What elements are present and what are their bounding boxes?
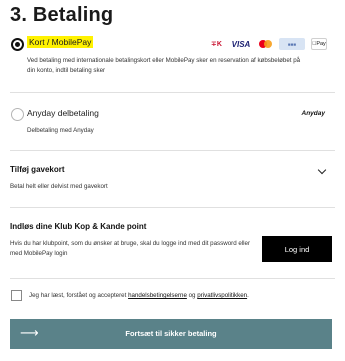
- giftcard-title[interactable]: Tilføj gavekort: [10, 165, 65, 174]
- visa-icon: VISA: [231, 39, 251, 49]
- chevron-down-icon[interactable]: [317, 165, 327, 175]
- terms-link-conditions[interactable]: handelsbetingelserne: [128, 292, 187, 299]
- terms-suffix: .: [247, 292, 249, 299]
- card-option-label[interactable]: Kort / MobilePay: [27, 36, 94, 48]
- mobilepay-icon: ■■■: [279, 38, 305, 50]
- continue-button-label: Fortsæt til sikker betaling: [125, 329, 217, 338]
- radio-anyday[interactable]: [11, 108, 24, 121]
- divider: [10, 207, 335, 208]
- klub-title: Indløs dine Klub Kop & Kande point: [10, 222, 147, 231]
- card-logos: ∓K VISA ■■■ Pay: [209, 38, 327, 50]
- terms-link-privacy[interactable]: privatlivspolitikken: [197, 292, 247, 299]
- anyday-option-label[interactable]: Anyday delbetaling: [27, 108, 99, 118]
- terms-checkbox[interactable]: [11, 290, 22, 301]
- divider: [10, 278, 335, 279]
- terms-text: Jeg har læst, forstået og accepteret han…: [29, 292, 249, 299]
- klub-description: Hvis du har klubpoint, som du ønsker at …: [10, 240, 251, 257]
- anyday-logo: Anyday: [301, 110, 325, 117]
- continue-to-payment-button[interactable]: ⟶ Fortsæt til sikker betaling: [10, 319, 332, 349]
- radio-card-mobilepay[interactable]: [11, 38, 24, 51]
- divider: [10, 150, 335, 151]
- divider: [10, 92, 335, 93]
- page-title: 3. Betaling: [10, 4, 114, 26]
- giftcard-description: Betal helt eller delvist med gavekort: [10, 183, 108, 190]
- anyday-option-description: Delbetaling med Anyday: [27, 127, 94, 134]
- mastercard-icon: [258, 38, 273, 50]
- apple-pay-icon: Pay: [311, 38, 327, 50]
- terms-prefix: Jeg har læst, forstået og accepteret: [29, 292, 129, 299]
- card-option-description: Ved betaling med internationale betaling…: [27, 57, 301, 74]
- dankort-icon: ∓K: [211, 41, 222, 48]
- login-button[interactable]: Log ind: [262, 236, 332, 262]
- terms-middle: og: [186, 292, 198, 299]
